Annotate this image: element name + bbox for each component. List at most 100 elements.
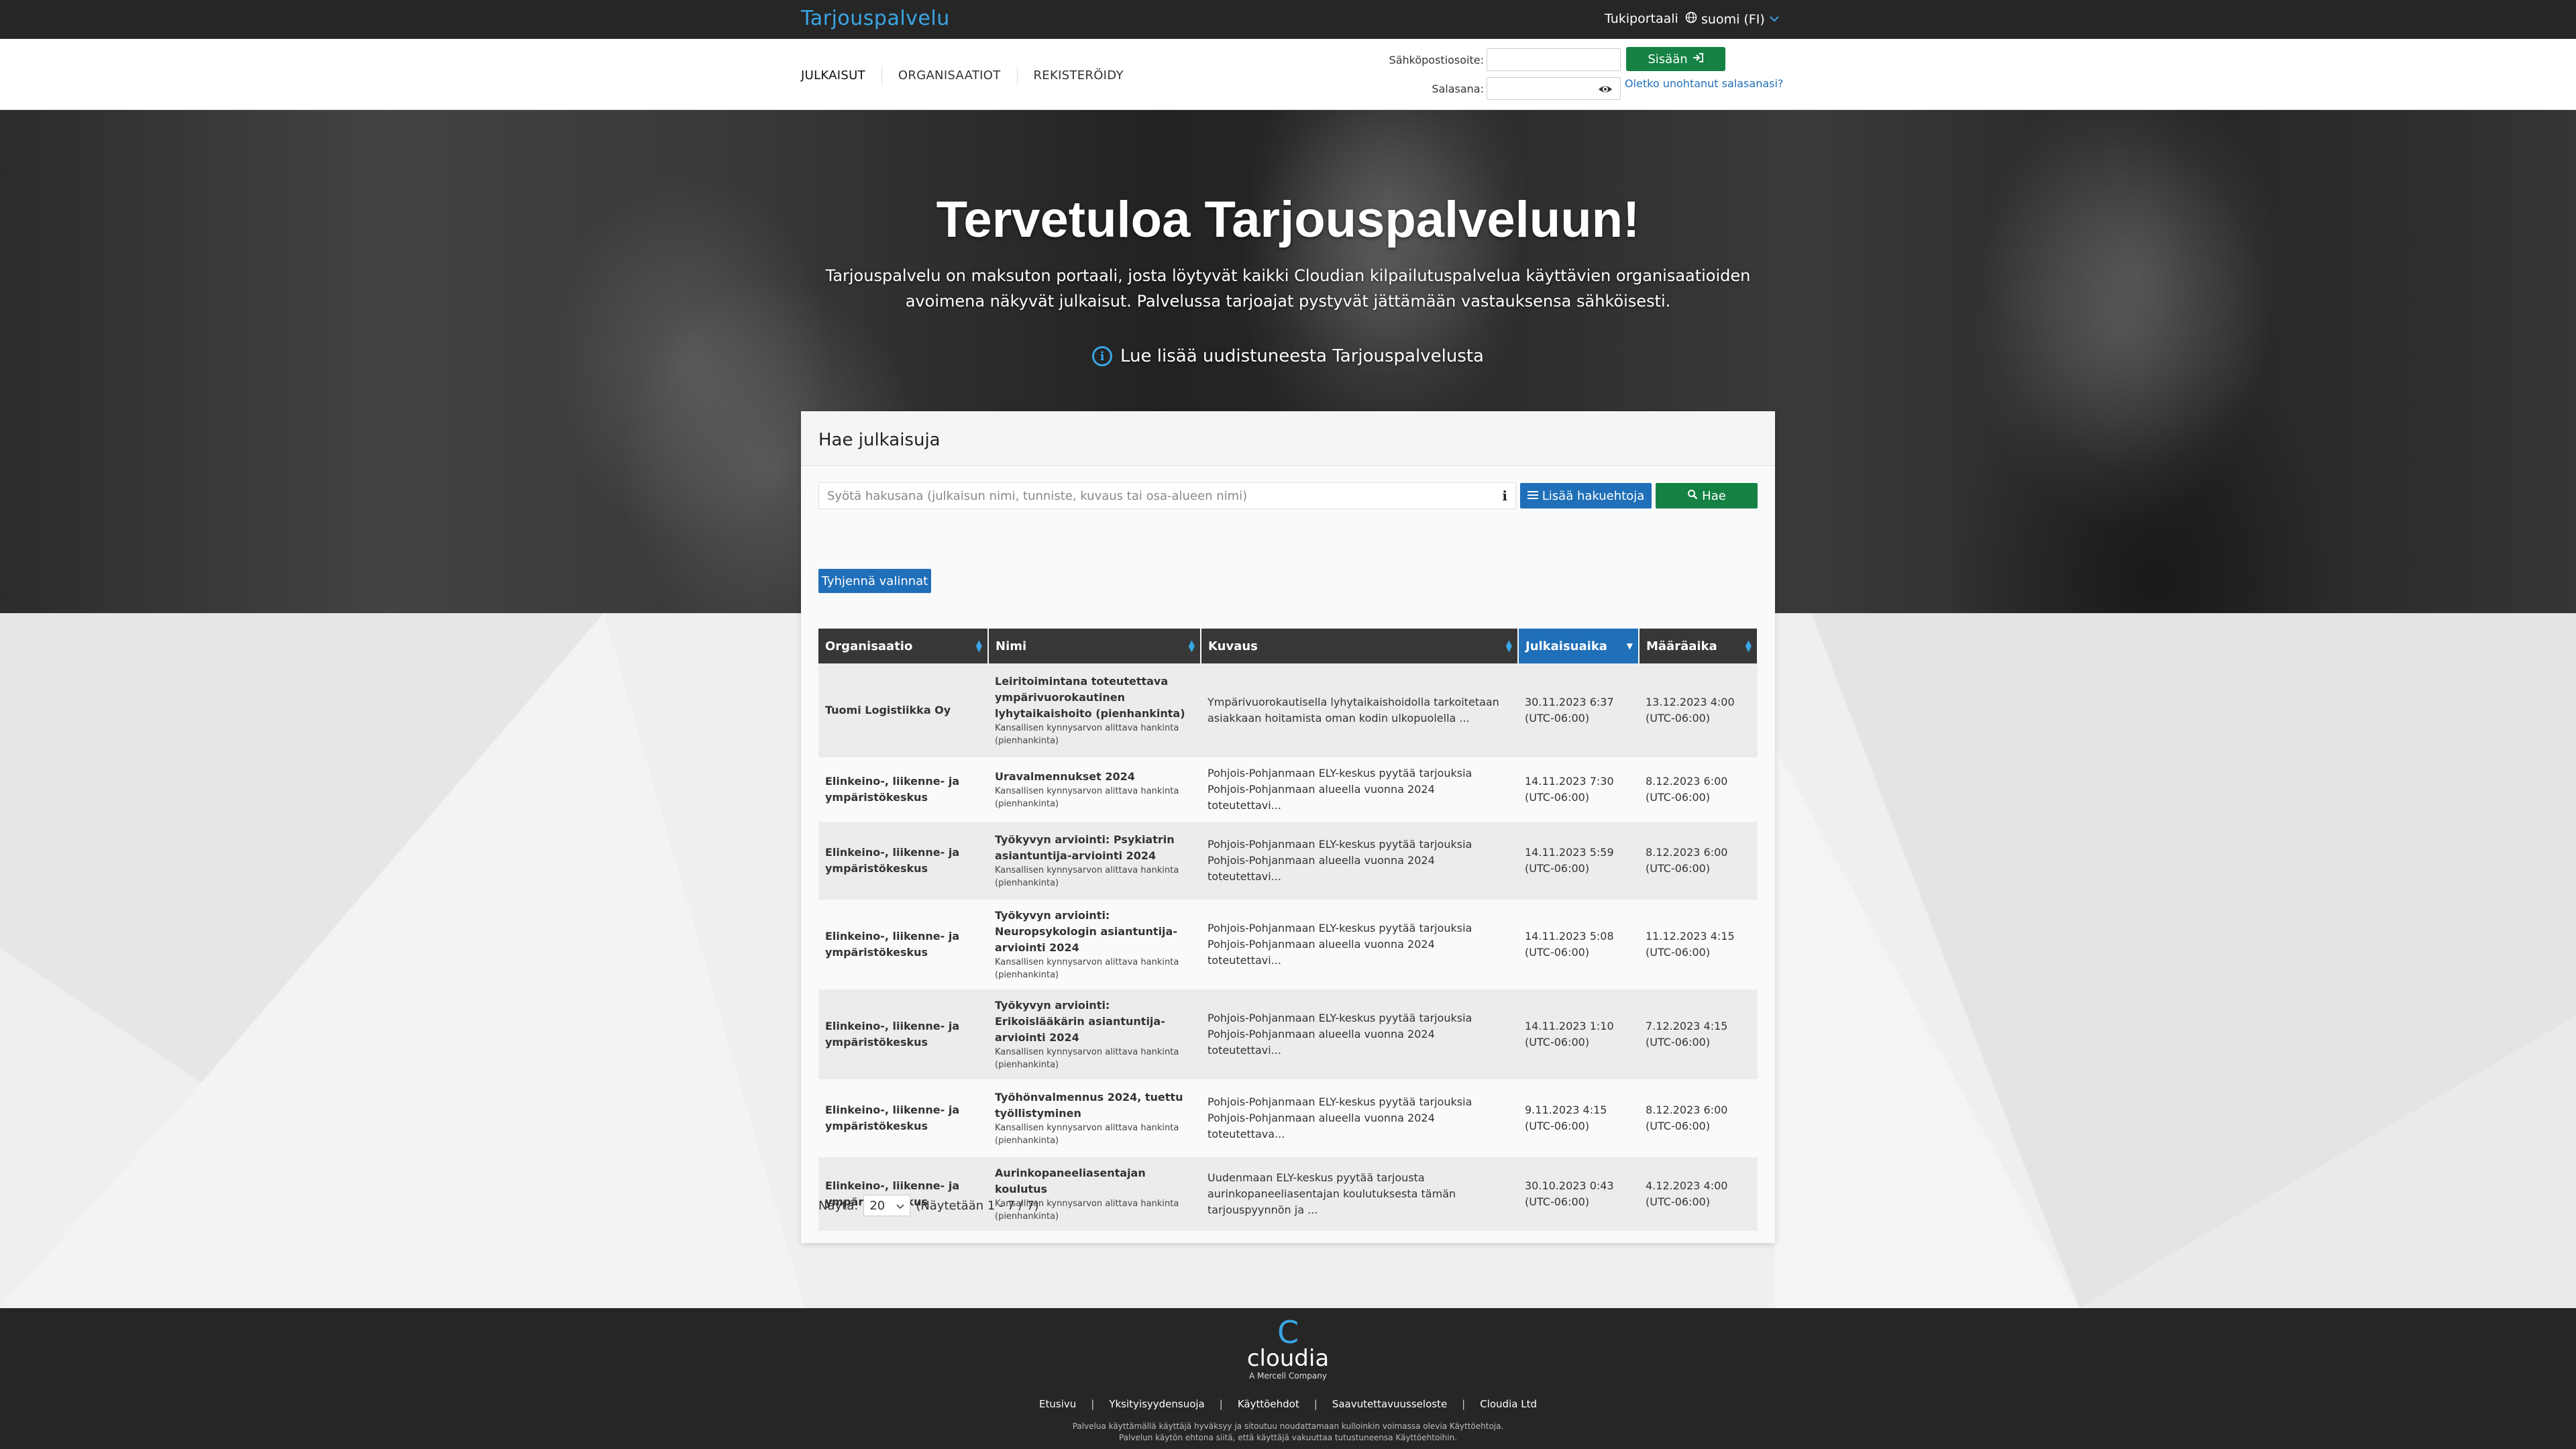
sort-icon: ▲ ▼ bbox=[1505, 638, 1512, 653]
cell-published: 14.11.2023 7:30 (UTC-06:00) bbox=[1518, 757, 1639, 822]
cell-organisation: Tuomi Logistiikka Oy bbox=[818, 663, 988, 757]
page-size-select[interactable]: 20 bbox=[863, 1195, 911, 1216]
pagination-status: (Näytetään 1 - 7 / 7) bbox=[916, 1198, 1039, 1213]
cell-deadline: 11.12.2023 4:15 (UTC-06:00) bbox=[1639, 900, 1758, 989]
search-icon bbox=[1687, 489, 1698, 503]
cloudia-logo[interactable]: C cloudia A Mercell Company bbox=[1234, 1316, 1342, 1381]
page-size-value: 20 bbox=[869, 1198, 885, 1213]
table-row[interactable]: Elinkeino-, liikenne- ja ympäristökeskus… bbox=[818, 757, 1758, 822]
email-field[interactable] bbox=[1487, 48, 1621, 71]
support-portal-link[interactable]: Tukiportaali bbox=[1605, 11, 1678, 26]
procurement-type: Kansallisen kynnysarvon alittava hankint… bbox=[995, 1123, 1179, 1146]
sort-icon: ▲ ▼ bbox=[1188, 638, 1195, 653]
footer: C cloudia A Mercell Company Etusivu | Yk… bbox=[0, 1308, 2576, 1449]
table-row[interactable]: Elinkeino-, liikenne- ja ympäristökeskus… bbox=[818, 900, 1758, 989]
cell-published: 14.11.2023 5:08 (UTC-06:00) bbox=[1518, 900, 1639, 989]
sort-desc-icon: ▼ bbox=[1626, 641, 1633, 651]
cell-deadline: 7.12.2023 4:15 (UTC-06:00) bbox=[1639, 989, 1758, 1079]
login-button-label: Sisään bbox=[1648, 52, 1688, 66]
table-row[interactable]: Elinkeino-, liikenne- ja ympäristökeskus… bbox=[818, 1079, 1758, 1157]
cell-description: Pohjois-Pohjanmaan ELY-keskus pyytää tar… bbox=[1201, 900, 1518, 989]
cell-deadline: 8.12.2023 6:00 (UTC-06:00) bbox=[1639, 1079, 1758, 1157]
column-header-julkaisuaika[interactable]: Julkaisuaika ▼ bbox=[1518, 629, 1640, 663]
procurement-type: Kansallisen kynnysarvon alittava hankint… bbox=[995, 957, 1179, 980]
pagination: Näytä: 20 (Näytetään 1 - 7 / 7) bbox=[818, 1195, 1039, 1216]
main-nav: JULKAISUT ORGANISAATIOT REKISTERÖIDY bbox=[0, 39, 2576, 110]
brand-link[interactable]: Tarjouspalvelu bbox=[801, 7, 950, 30]
cell-description: Ympärivuorokautisella lyhytaikaishoidoll… bbox=[1201, 663, 1518, 757]
cell-deadline: 8.12.2023 6:00 (UTC-06:00) bbox=[1639, 757, 1758, 822]
clear-selections-button[interactable]: Tyhjennä valinnat bbox=[818, 569, 931, 593]
publication-name-link[interactable]: Työkyvyn arviointi: Erikoislääkärin asia… bbox=[995, 998, 1194, 1046]
footer-link-cloudia[interactable]: Cloudia Ltd bbox=[1480, 1398, 1537, 1410]
publication-name-link[interactable]: Aurinkopaneeliasentajan koulutus bbox=[995, 1165, 1194, 1197]
footer-link-accessibility[interactable]: Saavutettavuusseloste bbox=[1332, 1398, 1447, 1410]
chevron-down-icon bbox=[896, 1199, 904, 1213]
cell-description: Pohjois-Pohjanmaan ELY-keskus pyytää tar… bbox=[1201, 822, 1518, 900]
more-filters-label: Lisää hakuehtoja bbox=[1542, 488, 1645, 503]
table-row[interactable]: Elinkeino-, liikenne- ja ympäristökeskus… bbox=[818, 822, 1758, 900]
cell-description: Pohjois-Pohjanmaan ELY-keskus pyytää tar… bbox=[1201, 757, 1518, 822]
eye-icon[interactable] bbox=[1598, 82, 1613, 97]
cell-organisation: Elinkeino-, liikenne- ja ympäristökeskus bbox=[818, 989, 988, 1079]
hero-title: Tervetuloa Tarjouspalveluun! bbox=[936, 191, 1640, 248]
info-icon: i bbox=[1092, 346, 1112, 366]
search-button[interactable]: Hae bbox=[1656, 483, 1758, 508]
more-filters-button[interactable]: Lisää hakuehtoja bbox=[1520, 483, 1652, 508]
tab-julkaisut[interactable]: JULKAISUT bbox=[801, 67, 882, 85]
procurement-type: Kansallisen kynnysarvon alittava hankint… bbox=[995, 1047, 1179, 1070]
footer-links: Etusivu | Yksityisyydensuoja | Käyttöehd… bbox=[0, 1398, 2576, 1410]
column-header-maaraaika[interactable]: Määräaika ▲ ▼ bbox=[1639, 629, 1758, 663]
publication-name-link[interactable]: Työhönvalmennus 2024, tuettu työllistymi… bbox=[995, 1089, 1194, 1122]
cell-published: 30.11.2023 6:37 (UTC-06:00) bbox=[1518, 663, 1639, 757]
search-input[interactable]: Syötä hakusana (julkaisun nimi, tunniste… bbox=[818, 482, 1516, 509]
footer-link-terms[interactable]: Käyttöehdot bbox=[1238, 1398, 1299, 1410]
separator: | bbox=[1219, 1398, 1223, 1410]
cell-description: Pohjois-Pohjanmaan ELY-keskus pyytää tar… bbox=[1201, 989, 1518, 1079]
list-icon bbox=[1527, 489, 1538, 503]
separator: | bbox=[1462, 1398, 1466, 1410]
search-panel: Hae julkaisuja Syötä hakusana (julkaisun… bbox=[801, 411, 1775, 1243]
cell-description: Pohjois-Pohjanmaan ELY-keskus pyytää tar… bbox=[1201, 1079, 1518, 1157]
password-label: Salasana: bbox=[1432, 83, 1484, 95]
table-row[interactable]: Elinkeino-, liikenne- ja ympäristökeskus… bbox=[818, 989, 1758, 1079]
table-row[interactable]: Tuomi Logistiikka Oy Leiritoimintana tote… bbox=[818, 663, 1758, 757]
footer-link-privacy[interactable]: Yksityisyydensuoja bbox=[1109, 1398, 1204, 1410]
column-header-organisaatio[interactable]: Organisaatio ▲ ▼ bbox=[818, 629, 989, 663]
top-bar: Tarjouspalvelu Tukiportaali suomi (FI) bbox=[0, 0, 2576, 39]
cell-name: Työkyvyn arviointi: Psykiatrin asiantunt… bbox=[988, 822, 1201, 900]
logo-tagline: A Mercell Company bbox=[1249, 1371, 1327, 1381]
publication-name-link[interactable]: Uravalmennukset 2024 bbox=[995, 769, 1194, 785]
cell-deadline: 13.12.2023 4:00 (UTC-06:00) bbox=[1639, 663, 1758, 757]
separator: | bbox=[1091, 1398, 1095, 1410]
procurement-type: Kansallisen kynnysarvon alittava hankint… bbox=[995, 723, 1179, 746]
cell-organisation: Elinkeino-, liikenne- ja ympäristökeskus bbox=[818, 1079, 988, 1157]
results-table: Organisaatio ▲ ▼ Nimi ▲ ▼ Kuvaus ▲ ▼ Julkaisua… bbox=[818, 629, 1758, 1231]
cell-organisation: Elinkeino-, liikenne- ja ympäristökeskus bbox=[818, 900, 988, 989]
cell-published: 14.11.2023 1:10 (UTC-06:00) bbox=[1518, 989, 1639, 1079]
hero-info-link[interactable]: i Lue lisää uudistuneesta Tarjouspalvelu… bbox=[0, 346, 2576, 366]
publication-name-link[interactable]: Leiritoimintana toteutettava ympärivuoro… bbox=[995, 674, 1194, 722]
separator: | bbox=[1313, 1398, 1318, 1410]
cell-name: Leiritoimintana toteutettava ympärivuoro… bbox=[988, 663, 1201, 757]
tab-organisaatiot[interactable]: ORGANISAATIOT bbox=[882, 67, 1018, 85]
table-row[interactable]: Elinkeino-, liikenne- ja ympäristökeskus… bbox=[818, 1157, 1758, 1231]
forgot-password-link[interactable]: Oletko unohtanut salasanasi? bbox=[1625, 77, 1783, 90]
footer-link-etusivu[interactable]: Etusivu bbox=[1039, 1398, 1076, 1410]
page-size-label: Näytä: bbox=[818, 1198, 859, 1213]
info-icon[interactable]: i bbox=[1502, 488, 1507, 504]
publication-name-link[interactable]: Työkyvyn arviointi: Neuropsykologin asia… bbox=[995, 908, 1194, 956]
column-header-nimi[interactable]: Nimi ▲ ▼ bbox=[988, 629, 1201, 663]
sign-in-icon bbox=[1692, 52, 1704, 66]
column-header-kuvaus[interactable]: Kuvaus ▲ ▼ bbox=[1201, 629, 1519, 663]
cell-deadline: 8.12.2023 6:00 (UTC-06:00) bbox=[1639, 822, 1758, 900]
nav-tabs: JULKAISUT ORGANISAATIOT REKISTERÖIDY bbox=[801, 67, 1140, 85]
cell-name: Työkyvyn arviointi: Erikoislääkärin asia… bbox=[988, 989, 1201, 1079]
email-label: Sähköpostiosoite: bbox=[1389, 54, 1484, 66]
cell-published: 9.11.2023 4:15 (UTC-06:00) bbox=[1518, 1079, 1639, 1157]
tab-rekisteroidy[interactable]: REKISTERÖIDY bbox=[1018, 67, 1140, 85]
login-button[interactable]: Sisään bbox=[1626, 47, 1725, 71]
globe-icon bbox=[1685, 11, 1697, 27]
language-selector[interactable]: suomi (FI) bbox=[1685, 11, 1780, 27]
publication-name-link[interactable]: Työkyvyn arviointi: Psykiatrin asiantunt… bbox=[995, 832, 1194, 864]
